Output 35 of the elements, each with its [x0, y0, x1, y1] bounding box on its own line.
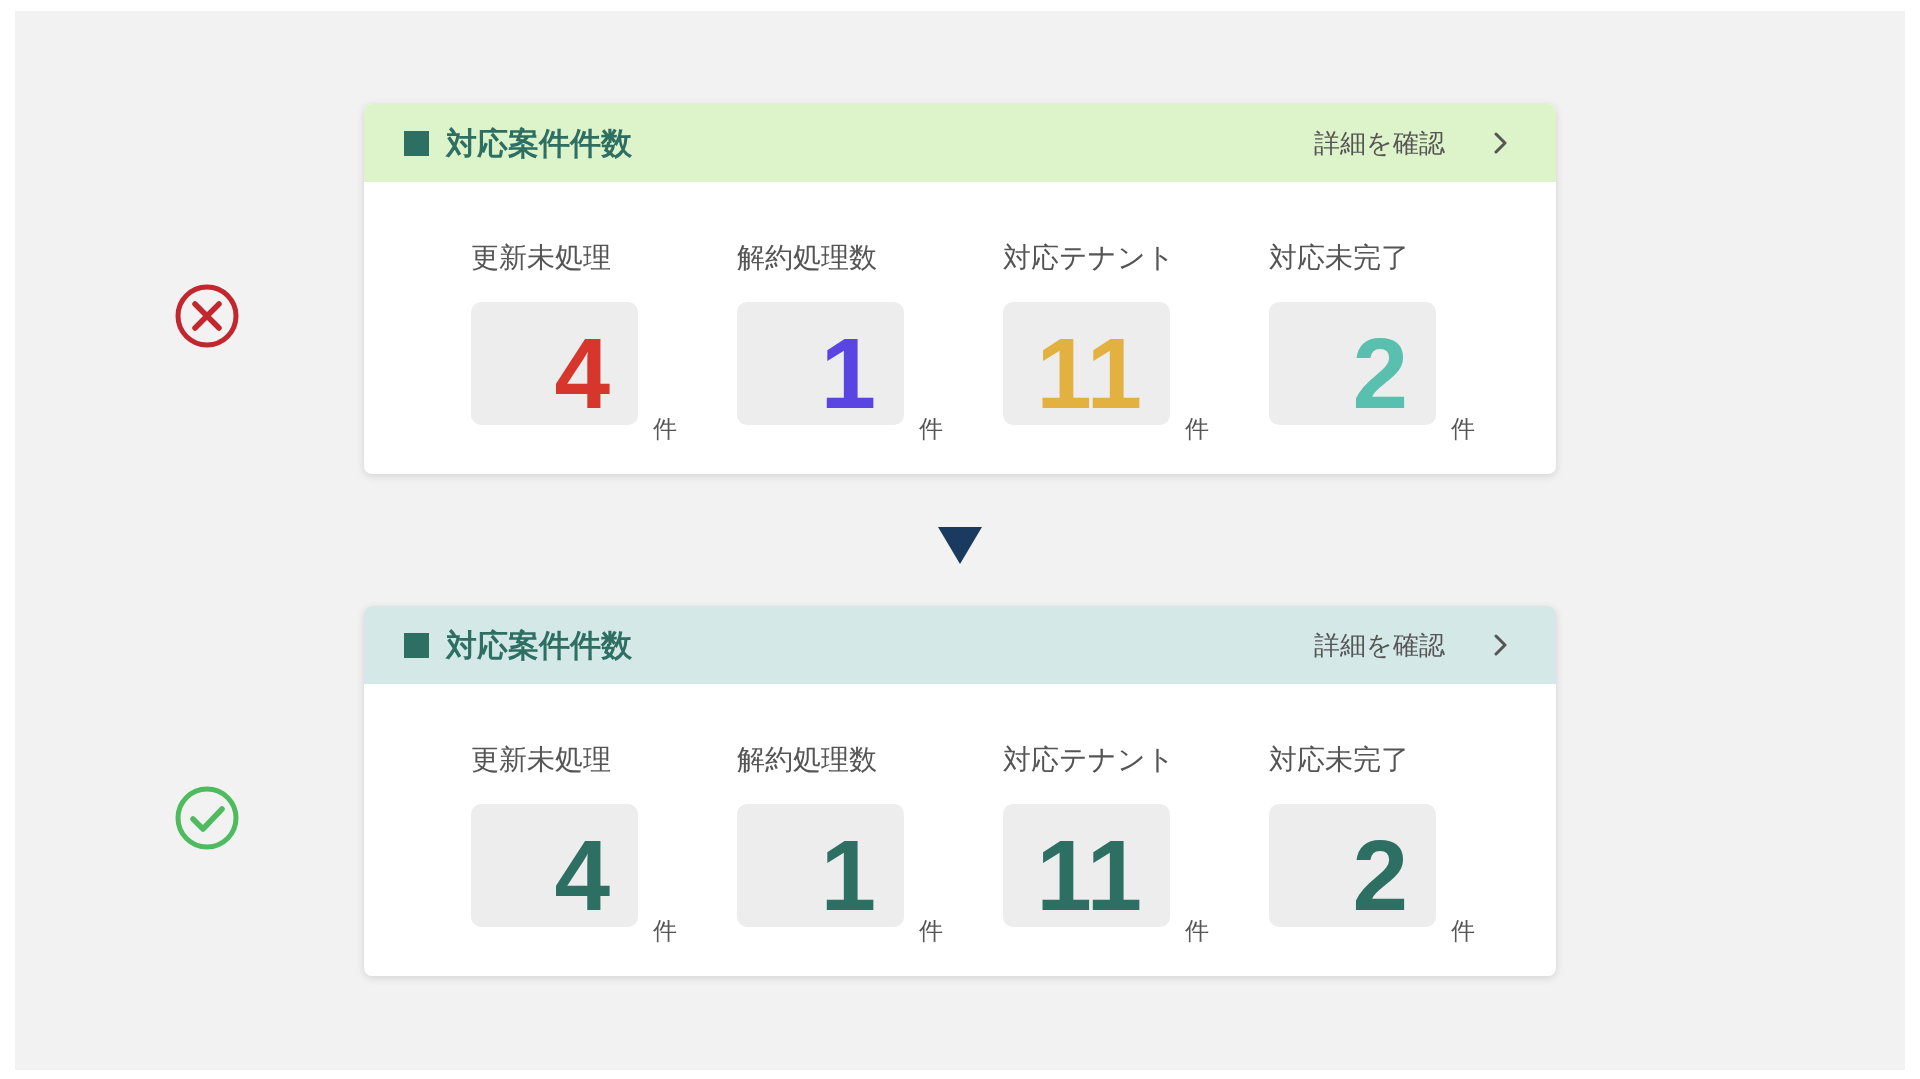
details-link[interactable]: 詳細を確認 [1314, 130, 1507, 156]
square-icon [404, 130, 429, 156]
unit-label: 件 [1185, 919, 1209, 943]
chevron-right-icon [1494, 132, 1507, 154]
count-value: 1 [820, 825, 876, 925]
metric-label: 対応テナント [1003, 244, 1176, 272]
metric-label: 対応テナント [1003, 746, 1176, 774]
metric-label: 解約処理数 [737, 746, 878, 774]
count-value: 11 [1036, 323, 1142, 423]
unit-label: 件 [919, 417, 943, 441]
metric-label: 更新未処理 [471, 244, 612, 272]
unit-label: 件 [653, 417, 677, 441]
card-title: 対応案件件数 [446, 127, 632, 159]
unit-label: 件 [919, 919, 943, 943]
metric-label: 更新未処理 [471, 746, 612, 774]
unit-label: 件 [1185, 417, 1209, 441]
unit-label: 件 [1451, 417, 1475, 441]
unit-label: 件 [653, 919, 677, 943]
card-title: 対応案件件数 [446, 629, 632, 661]
details-link[interactable]: 詳細を確認 [1314, 632, 1507, 658]
count-value: 4 [554, 825, 610, 925]
count-value: 4 [554, 323, 610, 423]
count-value: 2 [1352, 323, 1408, 423]
down-triangle-icon [938, 527, 982, 564]
count-value: 11 [1036, 825, 1142, 925]
check-circle-icon [175, 786, 239, 850]
count-value: 1 [820, 323, 876, 423]
cross-circle-icon [175, 284, 239, 348]
unit-label: 件 [1451, 919, 1475, 943]
metric-label: 対応未完了 [1269, 244, 1410, 272]
square-icon [404, 632, 429, 658]
chevron-right-icon [1494, 634, 1507, 656]
metric-label: 解約処理数 [737, 244, 878, 272]
count-value: 2 [1352, 825, 1408, 925]
metric-label: 対応未完了 [1269, 746, 1410, 774]
